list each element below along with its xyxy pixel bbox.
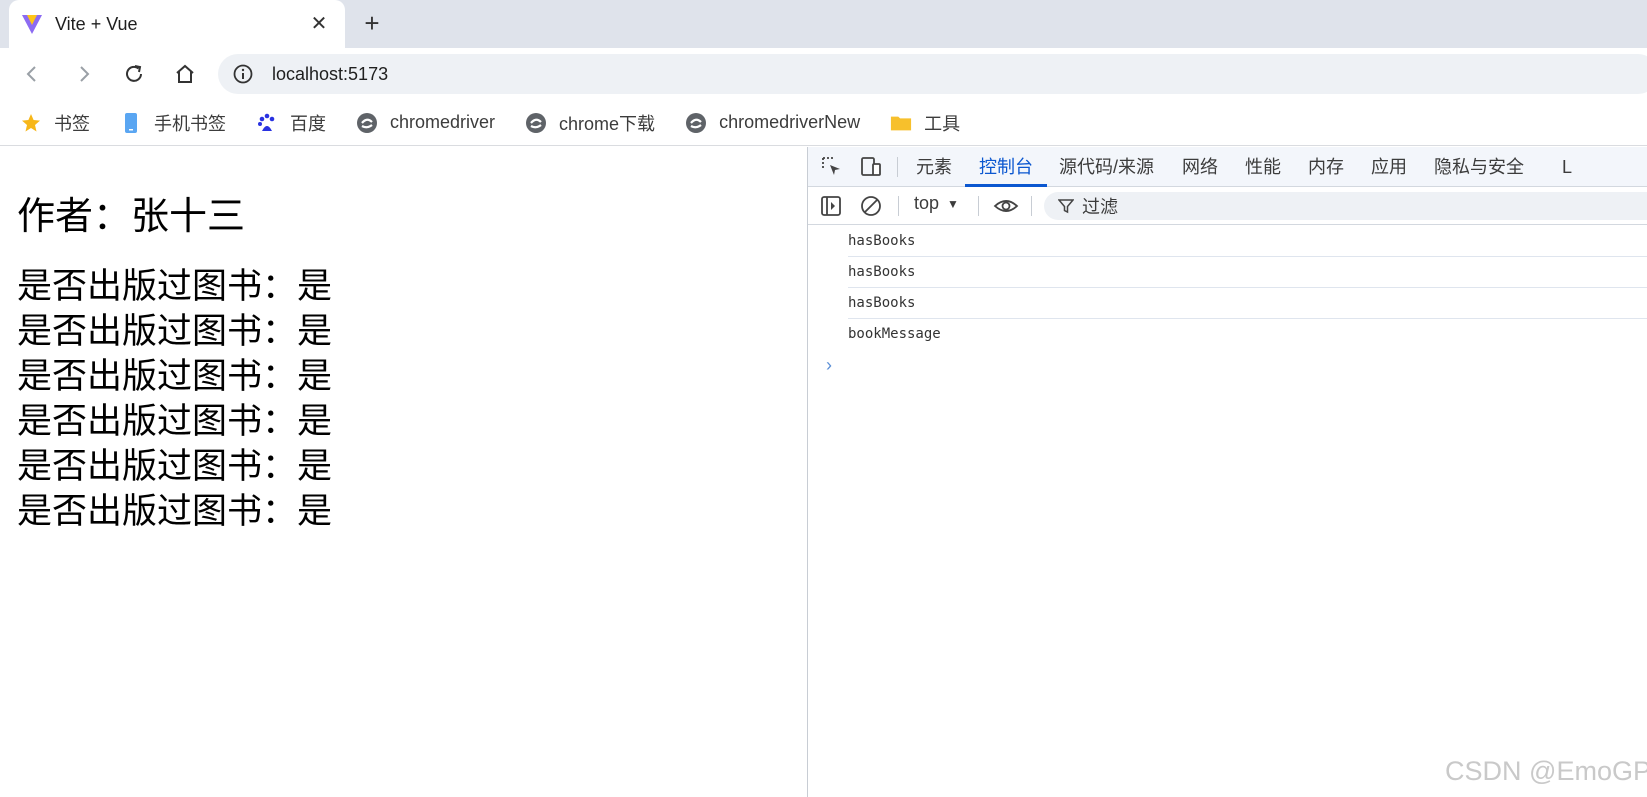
console-message[interactable]: bookMessage <box>848 319 1647 350</box>
site-info-icon[interactable] <box>232 63 254 85</box>
tab-strip: Vite + Vue ✕ + <box>0 0 1647 48</box>
sidebar-toggle-icon[interactable] <box>819 194 843 218</box>
tab-sources[interactable]: 源代码/来源 <box>1057 147 1156 187</box>
bookmark-item[interactable]: chromedriverNew <box>685 112 860 134</box>
console-toolbar: top ▼ 过滤 <box>808 187 1647 225</box>
context-value: top <box>914 193 940 213</box>
bookmark-item[interactable]: chromedriver <box>356 112 495 134</box>
phone-icon <box>120 112 142 134</box>
address-bar[interactable]: localhost:5173 <box>218 54 1647 94</box>
book-status-list: 是否出版过图书：是 是否出版过图书：是 是否出版过图书：是 是否出版过图书：是 … <box>17 265 332 535</box>
tab-privacy-security[interactable]: 隐私与安全 <box>1432 147 1526 187</box>
bookmark-label: chromedriver <box>390 112 496 132</box>
vite-logo-icon <box>19 11 45 37</box>
back-button[interactable] <box>18 60 46 88</box>
console-message[interactable]: hasBooks <box>848 288 1647 319</box>
bookmark-item[interactable]: 书签 <box>20 110 90 136</box>
dropdown-arrow-icon: ▼ <box>947 196 959 211</box>
toolbar: localhost:5173 <box>0 48 1647 100</box>
tab-elements[interactable]: 元素 <box>914 147 954 187</box>
reload-icon <box>126 65 142 82</box>
book-status-line: 是否出版过图书：是 <box>17 312 333 352</box>
tab-console[interactable]: 控制台 <box>965 147 1047 187</box>
tab-title: Vite + Vue <box>55 13 138 34</box>
home-icon <box>176 64 194 83</box>
separator <box>897 157 898 177</box>
book-status-line: 是否出版过图书：是 <box>17 447 333 487</box>
separator <box>898 196 899 216</box>
close-tab-icon[interactable]: ✕ <box>307 12 331 36</box>
back-icon <box>26 66 36 82</box>
clear-console-icon[interactable] <box>859 194 883 218</box>
book-status-line: 是否出版过图书：是 <box>17 402 333 442</box>
filter-input[interactable]: 过滤 <box>1044 192 1647 220</box>
edge-icon <box>525 112 547 134</box>
author-heading: 作者：张十三 <box>17 194 246 238</box>
separator <box>978 196 979 216</box>
reload-button[interactable] <box>120 60 148 88</box>
inspect-element-icon[interactable] <box>820 155 844 179</box>
forward-icon <box>80 66 90 82</box>
new-tab-button[interactable]: + <box>358 10 386 38</box>
bookmark-item[interactable]: 手机书签 <box>120 110 226 136</box>
separator <box>1031 196 1032 216</box>
devtools-panel: 元素 控制台 源代码/来源 网络 性能 内存 应用 隐私与安全 L top ▼ … <box>807 147 1647 797</box>
bookmark-label: 百度 <box>290 113 326 134</box>
device-toolbar-icon[interactable] <box>859 155 883 179</box>
filter-icon <box>1058 199 1074 214</box>
watermark: CSDN @EmoGP <box>1445 756 1647 786</box>
home-button[interactable] <box>171 60 199 88</box>
console-prompt-icon[interactable]: › <box>826 350 1647 380</box>
live-expression-eye-icon[interactable] <box>993 194 1019 218</box>
star-icon <box>20 112 42 134</box>
bookmarks-bar: 书签 手机书签 百度 chromedriver chrome下载 chromed… <box>0 100 1647 146</box>
url-text[interactable]: localhost:5173 <box>272 64 388 85</box>
edge-icon <box>356 112 378 134</box>
forward-button[interactable] <box>70 60 98 88</box>
folder-icon <box>890 112 912 134</box>
bookmark-label: 手机书签 <box>154 113 226 134</box>
bookmark-label: chrome下载 <box>559 113 656 134</box>
console-message[interactable]: hasBooks <box>848 257 1647 288</box>
book-status-line: 是否出版过图书：是 <box>17 267 333 307</box>
tab-overflow[interactable]: L <box>1560 147 1574 187</box>
bookmark-item[interactable]: 工具 <box>890 110 960 136</box>
filter-placeholder: 过滤 <box>1082 197 1118 217</box>
console-message[interactable]: hasBooks <box>848 226 1647 257</box>
bookmark-item[interactable]: 百度 <box>256 110 326 136</box>
tab-memory[interactable]: 内存 <box>1306 147 1346 187</box>
tab-performance[interactable]: 性能 <box>1243 147 1283 187</box>
bookmark-label: 书签 <box>54 113 90 134</box>
baidu-icon <box>256 112 278 134</box>
tab-application[interactable]: 应用 <box>1369 147 1409 187</box>
bookmark-label: 工具 <box>924 113 961 134</box>
bookmark-label: chromedriverNew <box>719 112 861 132</box>
bookmark-item[interactable]: chrome下载 <box>525 110 655 136</box>
book-status-line: 是否出版过图书：是 <box>17 492 333 532</box>
browser-tab[interactable]: Vite + Vue ✕ <box>9 0 345 48</box>
edge-icon <box>685 112 707 134</box>
context-selector[interactable]: top ▼ <box>914 193 959 214</box>
page-viewport: 作者：张十三 是否出版过图书：是 是否出版过图书：是 是否出版过图书：是 是否出… <box>0 147 807 797</box>
console-output: hasBooks hasBooks hasBooks bookMessage › <box>808 226 1647 380</box>
book-status-line: 是否出版过图书：是 <box>17 357 333 397</box>
devtools-tabbar: 元素 控制台 源代码/来源 网络 性能 内存 应用 隐私与安全 L <box>808 147 1647 187</box>
tab-network[interactable]: 网络 <box>1180 147 1220 187</box>
